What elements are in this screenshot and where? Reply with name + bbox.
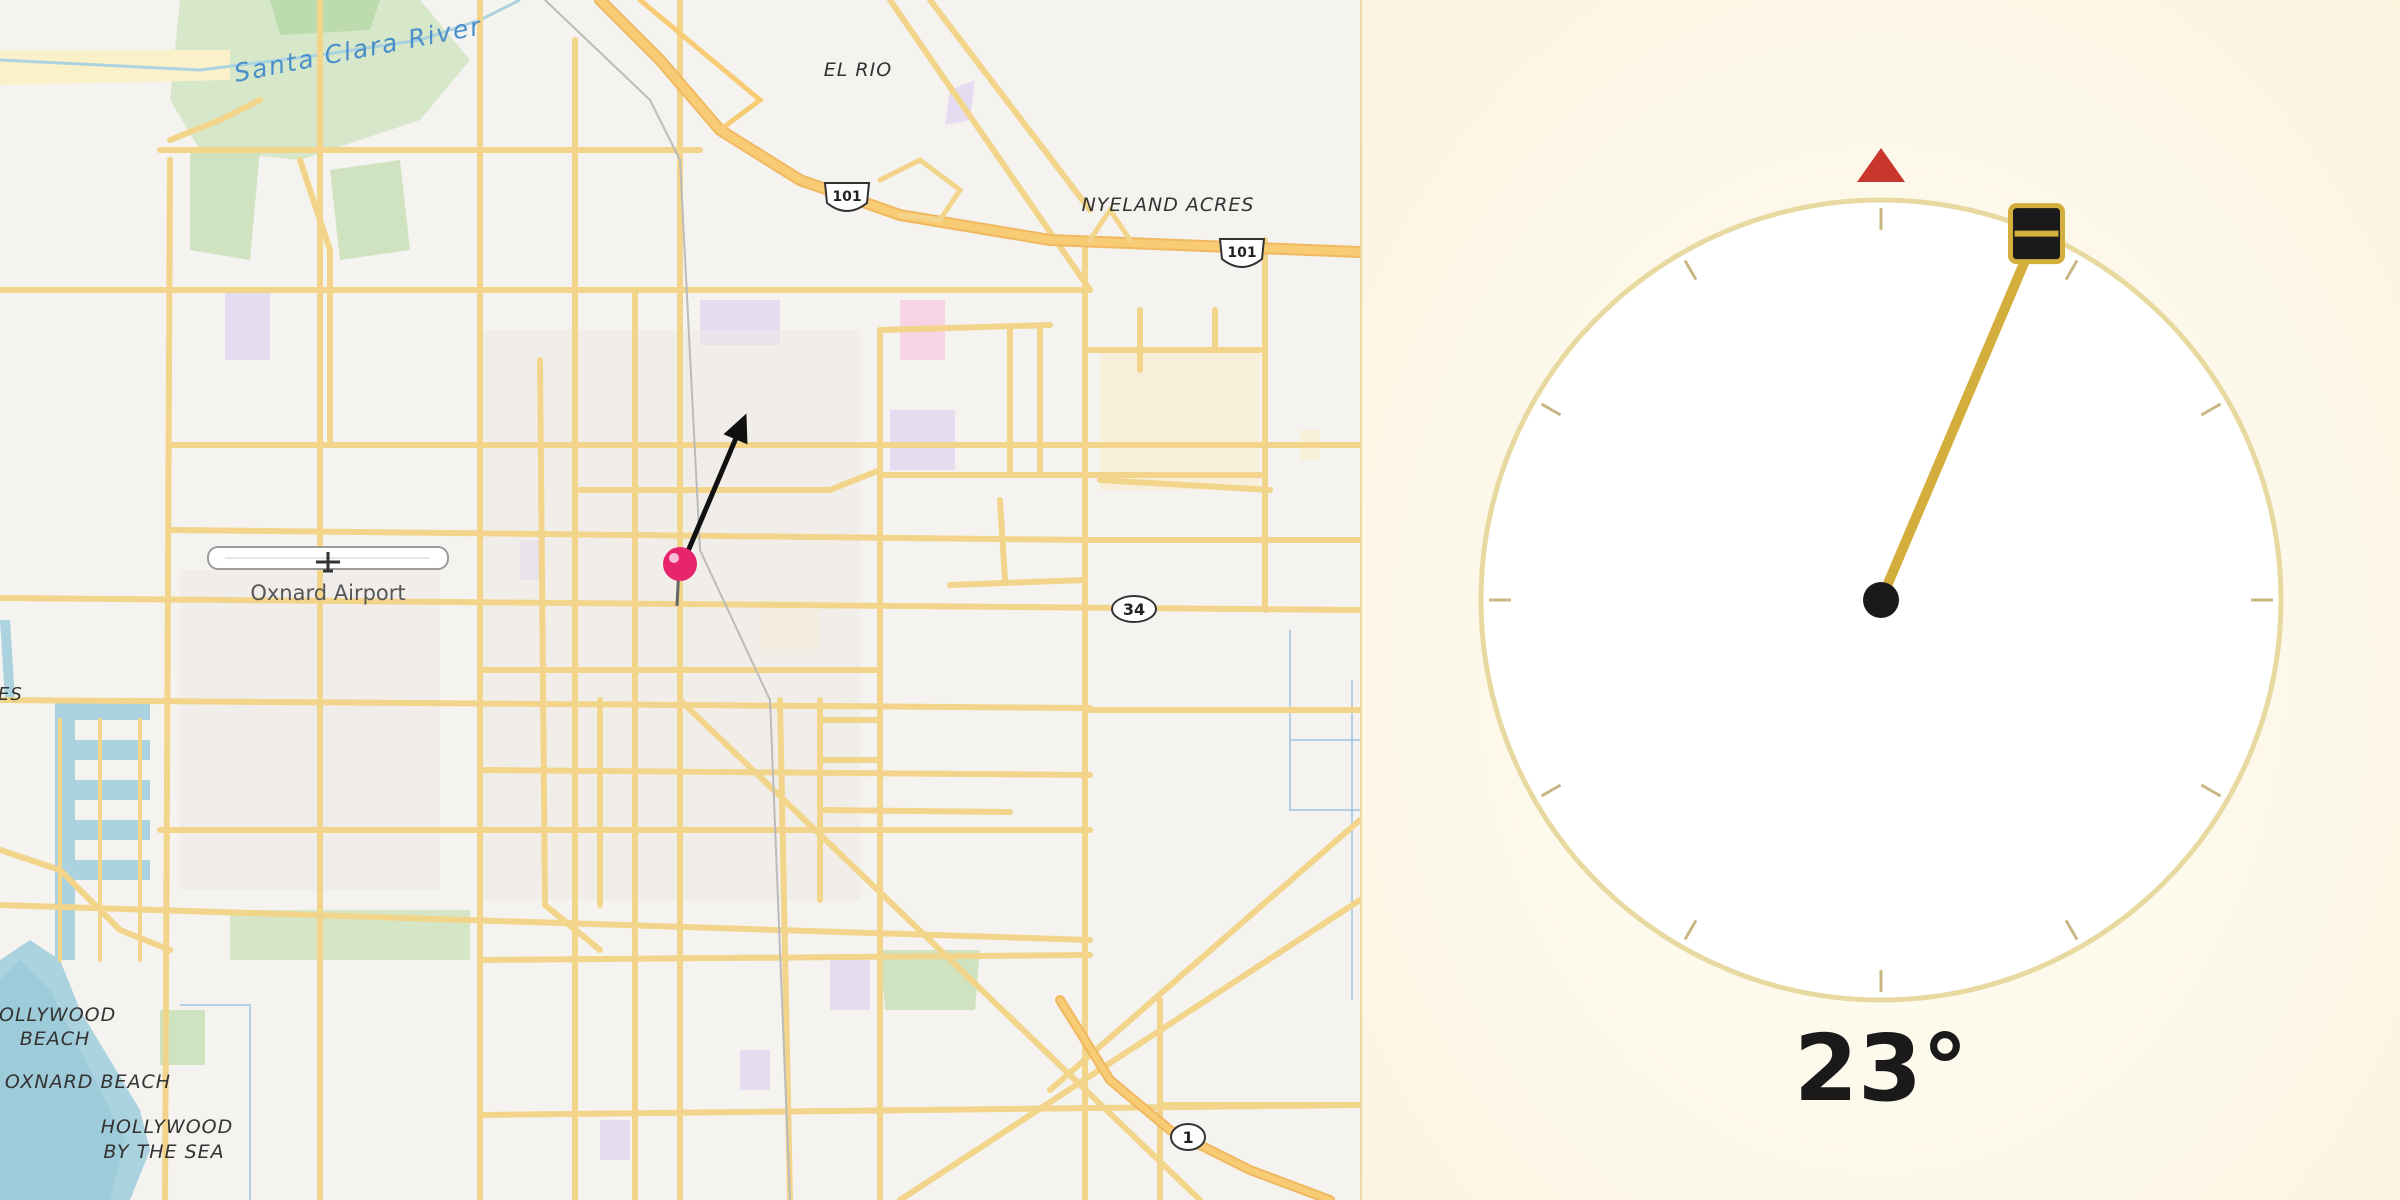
place-label-el-rio: EL RIO: [824, 59, 892, 81]
us101-shield-b: 101: [1218, 238, 1266, 268]
place-label-hollywood-by-the-sea-2: BY THE SEA: [103, 1141, 224, 1163]
north-marker-icon: [1857, 148, 1905, 182]
svg-text:34: 34: [1123, 600, 1145, 619]
svg-text:101: 101: [832, 189, 861, 205]
compass-panel: 23°: [1362, 0, 2400, 1200]
compass-center-hub: [1863, 582, 1899, 618]
place-label-nyeland-acres: NYELAND ACRES: [1082, 194, 1255, 216]
svg-text:1: 1: [1182, 1128, 1193, 1147]
place-label-edge-fragment: ES: [0, 684, 23, 705]
us101-shield-a: 101: [823, 182, 871, 212]
place-label-hollywood-beach-2: BEACH: [20, 1028, 91, 1050]
heading-readout: 23°: [1793, 1015, 1969, 1122]
airport-label: Oxnard Airport: [250, 581, 405, 605]
sr34-shield: 34: [1111, 595, 1157, 623]
svg-text:101: 101: [1227, 245, 1256, 261]
sr1-shield: 1: [1170, 1123, 1206, 1151]
map-view[interactable]: Oxnard Airport EL RIO NYELAND ACRES HOLL…: [0, 0, 1360, 1200]
place-label-oxnard-beach: OXNARD BEACH: [5, 1071, 171, 1093]
place-label-hollywood-by-the-sea-1: HOLLYWOOD: [101, 1116, 234, 1138]
street-map[interactable]: Oxnard Airport EL RIO NYELAND ACRES HOLL…: [0, 0, 1360, 1200]
place-label-hollywood-beach-1: HOLLYWOOD: [0, 1004, 116, 1026]
needle-drag-handle[interactable]: [2008, 203, 2066, 265]
landuse-areas: [160, 0, 1320, 1160]
